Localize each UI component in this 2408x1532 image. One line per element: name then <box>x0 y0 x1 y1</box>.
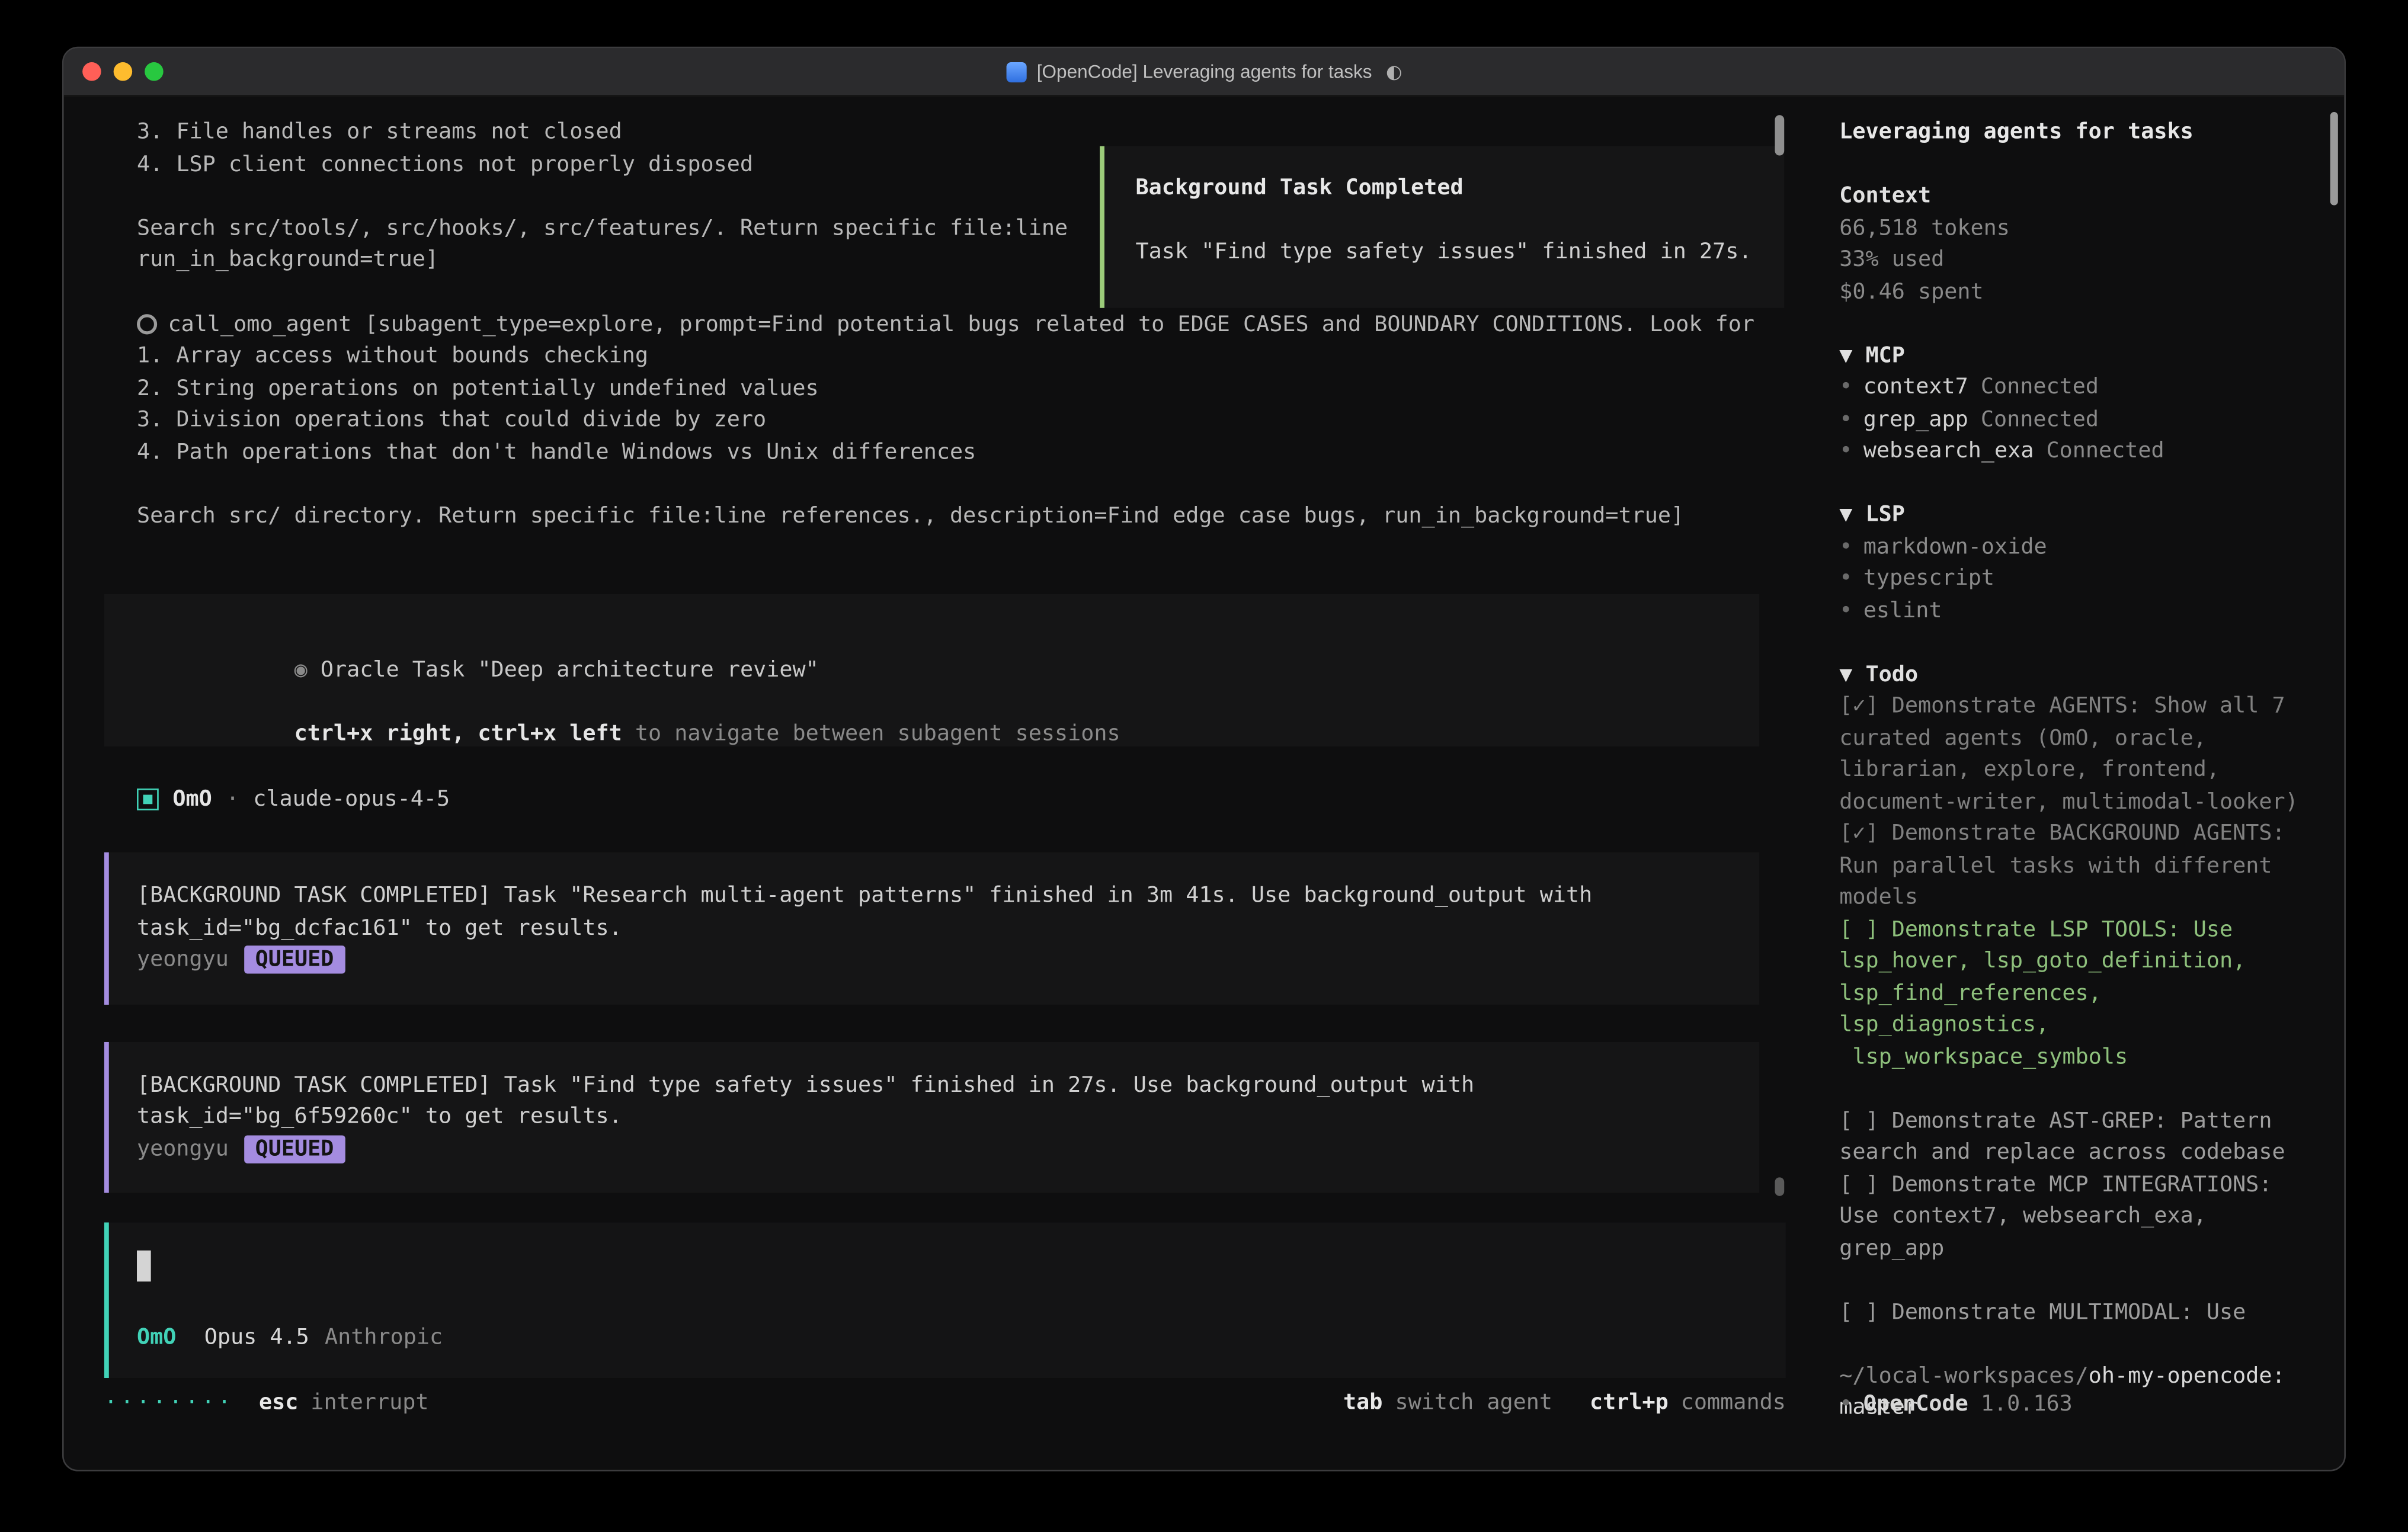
fisheye-icon: ◉ <box>294 657 308 682</box>
context-heading: Context <box>1839 181 2322 213</box>
task-message: [BACKGROUND TASK COMPLETED] Task "Resear… <box>104 852 1759 1004</box>
app-version: 1.0.163 <box>1981 1392 2073 1417</box>
gear-icon <box>137 315 157 335</box>
oracle-hint-keys: ctrl+x right, ctrl+x left <box>294 721 622 746</box>
tool-call-detail-line: 3. Division operations that could divide… <box>137 405 1814 437</box>
lsp-section: ▼ LSP •markdown-oxide •typescript •eslin… <box>1839 499 2322 627</box>
agent-model: claude-opus-4-5 <box>253 787 450 812</box>
mcp-item: •context7Connected <box>1839 371 2322 403</box>
oracle-task-panel[interactable]: ◉ Oracle Task "Deep architecture review"… <box>104 594 1759 746</box>
esc-key-hint: esc <box>259 1387 298 1419</box>
input-agent-name: OmO <box>137 1321 176 1353</box>
todo-section: ▼ Todo [✓] Demonstrate AGENTS: Show all … <box>1839 659 2322 1328</box>
lsp-item: •markdown-oxide <box>1839 531 2322 563</box>
half-circle-icon: ◐ <box>1386 60 1402 82</box>
main-scrollbar-thumb-lower[interactable] <box>1775 1177 1784 1196</box>
status-badge: QUEUED <box>244 946 345 974</box>
context-section: Context 66,518 tokens 33% used $0.46 spe… <box>1839 181 2322 308</box>
spinner-dots: ········ <box>104 1387 234 1419</box>
todo-item: [✓] Demonstrate BACKGROUND AGENTS: Run p… <box>1839 818 2322 914</box>
app-name: OpenCode <box>1863 1392 1968 1417</box>
bullet-icon: • <box>1839 407 1852 432</box>
mcp-heading[interactable]: ▼ MCP <box>1839 340 2322 372</box>
agent-header: OmO · claude-opus-4-5 <box>137 783 1814 815</box>
sidebar-scrollbar-thumb[interactable] <box>2330 112 2338 206</box>
tool-call-detail-line: 4. Path operations that don't handle Win… <box>137 436 1814 468</box>
tool-call-detail-line: Search src/ directory. Return specific f… <box>137 500 1814 532</box>
tool-call-detail-line: 2. String operations on potentially unde… <box>137 373 1814 405</box>
bullet-icon: • <box>1839 375 1852 400</box>
session-title: Leveraging agents for tasks <box>1839 117 2322 149</box>
chevron-down-icon: ▼ <box>1839 343 1852 368</box>
notification-body: Task "Find type safety issues" finished … <box>1135 236 1753 268</box>
tool-call-line: call_omo_agent [subagent_type=explore, p… <box>168 309 1754 341</box>
message-author: yeongyu <box>137 1133 229 1165</box>
tab-key-label: switch agent <box>1395 1387 1552 1419</box>
window-title-text: [OpenCode] Leveraging agents for tasks <box>1037 60 1372 82</box>
sidebar-footer: • OpenCode 1.0.163 <box>1839 1389 2073 1421</box>
input-model-name: Opus 4.5 <box>204 1321 309 1353</box>
window-title: [OpenCode] Leveraging agents for tasks ◐ <box>64 60 2345 82</box>
session-sidebar: Leveraging agents for tasks Context 66,5… <box>1814 97 2344 1472</box>
task-message-text: [BACKGROUND TASK COMPLETED] Task "Find t… <box>137 1069 1731 1133</box>
context-tokens: 66,518 tokens <box>1839 212 2322 244</box>
ctrl-p-key-label: commands <box>1681 1387 1786 1419</box>
bullet-icon: • <box>1839 598 1852 623</box>
task-message-text: [BACKGROUND TASK COMPLETED] Task "Resear… <box>137 880 1731 944</box>
todo-item: [ ] Demonstrate MULTIMODAL: Use <box>1839 1296 2322 1328</box>
status-badge: QUEUED <box>244 1135 345 1163</box>
prompt-input[interactable]: OmO Opus 4.5 Anthropic <box>104 1222 1786 1378</box>
mcp-item: •grep_appConnected <box>1839 403 2322 435</box>
output-line: 3. File handles or streams not closed <box>137 117 1814 149</box>
text-cursor <box>137 1251 151 1282</box>
chevron-down-icon: ▼ <box>1839 662 1852 687</box>
agent-separator: · <box>226 787 239 812</box>
status-bar: ········ esc interrupt tab switch agent … <box>104 1387 1786 1419</box>
lsp-item: •eslint <box>1839 595 2322 627</box>
document-icon <box>1006 62 1026 82</box>
ctrl-p-key-hint: ctrl+p <box>1590 1387 1669 1419</box>
input-footer: OmO Opus 4.5 Anthropic <box>137 1321 1754 1353</box>
context-spent: $0.46 spent <box>1839 276 2322 308</box>
workspace-path-prefix: ~/local-workspaces/ <box>1839 1363 2088 1388</box>
esc-key-label: interrupt <box>310 1387 428 1419</box>
desktop: [OpenCode] Leveraging agents for tasks ◐… <box>0 0 2408 1532</box>
tool-call-detail-line <box>137 468 1814 500</box>
tool-call-detail-line: 1. Array access without bounds checking <box>137 341 1814 373</box>
agent-checkbox-icon <box>137 788 159 810</box>
todo-heading[interactable]: ▼ Todo <box>1839 659 2322 691</box>
todo-item: [ ] Demonstrate LSP TOOLS: Use lsp_hover… <box>1839 914 2322 1073</box>
bullet-icon: • <box>1839 534 1852 559</box>
main-scrollbar-thumb[interactable] <box>1775 115 1784 155</box>
notification-title: Background Task Completed <box>1135 172 1753 204</box>
bullet-icon: • <box>1839 438 1852 463</box>
window-titlebar[interactable]: [OpenCode] Leveraging agents for tasks ◐ <box>64 48 2345 96</box>
message-author: yeongyu <box>137 944 229 976</box>
agent-name: OmO <box>172 787 212 812</box>
input-provider-name: Anthropic <box>325 1321 443 1353</box>
mcp-section: ▼ MCP •context7Connected •grep_appConnec… <box>1839 340 2322 467</box>
workspace-repo: oh-my-opencode: <box>2089 1363 2285 1388</box>
mcp-item: •websearch_exaConnected <box>1839 435 2322 467</box>
bullet-icon: • <box>1839 1392 1852 1417</box>
background-task-notification[interactable]: Background Task Completed Task "Find typ… <box>1100 146 1784 308</box>
terminal-window: [OpenCode] Leveraging agents for tasks ◐… <box>62 47 2346 1472</box>
todo-item: [ ] Demonstrate AST-GREP: Pattern search… <box>1839 1105 2322 1169</box>
tab-key-hint: tab <box>1343 1387 1382 1419</box>
oracle-task-title: Oracle Task "Deep architecture review" <box>321 657 819 682</box>
oracle-hint-text: to navigate between subagent sessions <box>622 721 1120 746</box>
todo-item: [ ] Demonstrate MCP INTEGRATIONS: Use co… <box>1839 1169 2322 1264</box>
context-used: 33% used <box>1839 244 2322 276</box>
task-message: [BACKGROUND TASK COMPLETED] Task "Find t… <box>104 1041 1759 1193</box>
todo-item: [✓] Demonstrate AGENTS: Show all 7 curat… <box>1839 691 2322 818</box>
terminal-main-pane: Background Task Completed Task "Find typ… <box>64 97 1815 1472</box>
chevron-down-icon: ▼ <box>1839 502 1852 527</box>
lsp-item: •typescript <box>1839 563 2322 595</box>
lsp-heading[interactable]: ▼ LSP <box>1839 499 2322 531</box>
bullet-icon: • <box>1839 566 1852 591</box>
